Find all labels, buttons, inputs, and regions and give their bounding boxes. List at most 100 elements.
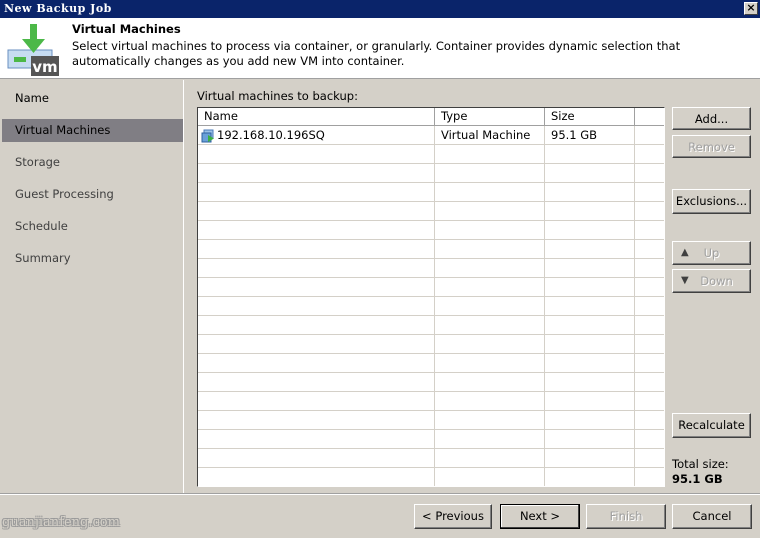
cell-size — [545, 335, 635, 354]
cell-filler — [635, 316, 664, 335]
cell-filler — [635, 449, 664, 468]
cell-filler — [635, 202, 664, 221]
watermark: guanjianfeng.com — [2, 515, 120, 530]
cell-name — [198, 240, 435, 259]
nav-item-name[interactable]: Name — [2, 87, 183, 110]
table-row[interactable]: 192.168.10.196SQ Virtual Machine 95.1 GB — [198, 126, 664, 145]
column-header-filler — [635, 108, 664, 126]
column-header-size[interactable]: Size — [545, 108, 635, 126]
cell-name — [198, 221, 435, 240]
total-size-value: 95.1 GB — [672, 472, 723, 486]
cancel-button-label: Cancel — [692, 509, 732, 523]
cell-size — [545, 411, 635, 430]
cell-name — [198, 411, 435, 430]
cell-name — [198, 430, 435, 449]
previous-button-label: < Previous — [422, 509, 484, 523]
page-title: Virtual Machines — [72, 22, 181, 36]
next-button[interactable]: Next > — [500, 504, 580, 529]
cell-filler — [635, 240, 664, 259]
nav-item-virtual-machines[interactable]: Virtual Machines — [2, 119, 183, 142]
down-button[interactable]: ▼ Down — [672, 269, 751, 293]
cell-type — [435, 145, 545, 164]
vm-list-label: Virtual machines to backup: — [197, 89, 358, 103]
empty-row — [198, 449, 664, 468]
empty-row — [198, 392, 664, 411]
cell-name — [198, 373, 435, 392]
add-button[interactable]: Add... — [672, 107, 751, 130]
up-button-label: Up — [703, 246, 720, 260]
cell-type — [435, 411, 545, 430]
cell-size — [545, 297, 635, 316]
cell-name — [198, 354, 435, 373]
cell-size — [545, 183, 635, 202]
finish-button-label: Finish — [609, 509, 643, 523]
cell-filler — [635, 164, 664, 183]
cell-type — [435, 430, 545, 449]
window-title: New Backup Job — [4, 2, 112, 15]
cell-size — [545, 392, 635, 411]
empty-row — [198, 221, 664, 240]
down-button-label: Down — [700, 274, 733, 288]
cancel-button[interactable]: Cancel — [672, 504, 752, 529]
cell-size — [545, 449, 635, 468]
wizard-header: vm Virtual Machines Select virtual machi… — [0, 18, 760, 79]
column-header-name[interactable]: Name — [198, 108, 435, 126]
empty-row — [198, 278, 664, 297]
empty-row — [198, 297, 664, 316]
cell-name — [198, 316, 435, 335]
cell-filler — [635, 373, 664, 392]
cell-type — [435, 335, 545, 354]
vm-name: 192.168.10.196SQ — [217, 128, 325, 142]
remove-button[interactable]: Remove — [672, 135, 751, 158]
empty-row — [198, 164, 664, 183]
exclusions-button[interactable]: Exclusions... — [672, 189, 751, 214]
cell-filler — [635, 259, 664, 278]
cell-size — [545, 221, 635, 240]
close-icon[interactable]: × — [744, 2, 758, 15]
cell-name — [198, 468, 435, 486]
cell-filler — [635, 411, 664, 430]
empty-row — [198, 335, 664, 354]
empty-row — [198, 183, 664, 202]
cell-filler — [635, 278, 664, 297]
vm-list-header: Name Type Size — [198, 108, 664, 126]
cell-type — [435, 278, 545, 297]
cell-type — [435, 240, 545, 259]
up-button[interactable]: ▲ Up — [672, 241, 751, 265]
empty-row — [198, 145, 664, 164]
total-size-label: Total size: — [672, 457, 729, 471]
cell-size — [545, 259, 635, 278]
empty-row — [198, 202, 664, 221]
cell-size — [545, 430, 635, 449]
cell-name — [198, 183, 435, 202]
nav-item-summary[interactable]: Summary — [2, 247, 183, 270]
cell-type — [435, 202, 545, 221]
vm-list[interactable]: Name Type Size 192.168.10.196SQ Virtual M… — [197, 107, 665, 487]
cell-filler — [635, 430, 664, 449]
recalculate-button[interactable]: Recalculate — [672, 413, 751, 438]
cell-size: 95.1 GB — [545, 126, 635, 145]
empty-row — [198, 373, 664, 392]
cell-filler — [635, 221, 664, 240]
finish-button[interactable]: Finish — [586, 504, 666, 529]
nav-item-guest-processing[interactable]: Guest Processing — [2, 183, 183, 206]
cell-size — [545, 202, 635, 221]
cell-name — [198, 259, 435, 278]
column-header-type[interactable]: Type — [435, 108, 545, 126]
cell-name — [198, 278, 435, 297]
page-description: Select virtual machines to process via c… — [72, 39, 681, 68]
recalculate-button-label: Recalculate — [678, 418, 745, 432]
previous-button[interactable]: < Previous — [414, 504, 492, 529]
cell-type — [435, 164, 545, 183]
empty-row — [198, 354, 664, 373]
cell-name — [198, 335, 435, 354]
arrow-up-icon: ▲ — [681, 247, 689, 258]
nav-item-storage[interactable]: Storage — [2, 151, 183, 174]
nav-item-schedule[interactable]: Schedule — [2, 215, 183, 238]
cell-filler — [635, 354, 664, 373]
exclusions-button-label: Exclusions... — [675, 194, 748, 208]
cell-size — [545, 164, 635, 183]
remove-button-label: Remove — [688, 140, 735, 154]
cell-filler — [635, 126, 664, 145]
cell-name — [198, 164, 435, 183]
